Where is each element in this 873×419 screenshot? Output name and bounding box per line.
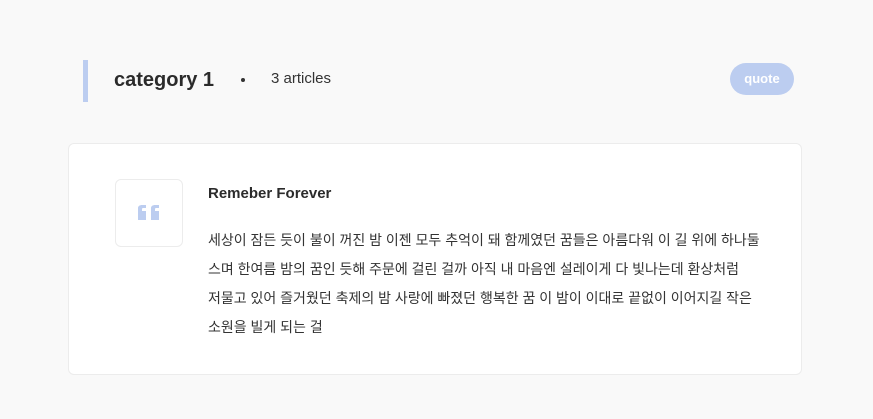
post-title[interactable]: Remeber Forever — [208, 184, 331, 204]
quote-icon-box — [115, 179, 183, 247]
separator-dot — [241, 78, 245, 82]
quote-post-card[interactable]: Remeber Forever 세상이 잠든 듯이 불이 꺼진 밤 이젠 모두 … — [68, 143, 802, 375]
category-header: category 1 3 articles quote — [83, 60, 794, 102]
article-count: 3 articles — [271, 70, 332, 87]
accent-bar — [83, 60, 88, 102]
quote-badge-button[interactable]: quote — [730, 63, 794, 95]
category-title: category 1 — [114, 69, 215, 91]
post-body: 세상이 잠든 듯이 불이 꺼진 밤 이젠 모두 추억이 돼 함께였던 꿈들은 아… — [208, 232, 760, 335]
quote-mark-icon — [138, 205, 159, 220]
